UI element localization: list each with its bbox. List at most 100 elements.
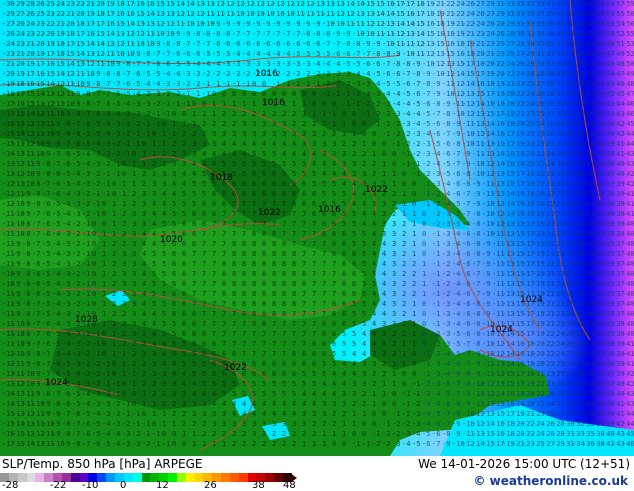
svg-text:-3: -3 [442,210,450,218]
svg-text:1: 1 [322,430,326,438]
svg-text:-3: -3 [382,100,390,108]
svg-text:-1: -1 [162,100,170,108]
svg-text:7: 7 [232,340,236,348]
svg-text:5: 5 [192,180,196,188]
svg-text:-5: -5 [452,200,460,208]
svg-text:2: 2 [212,120,216,128]
svg-text:1: 1 [152,140,156,148]
svg-text:-5: -5 [442,170,450,178]
svg-text:0: 0 [362,420,366,428]
svg-text:1: 1 [102,300,106,308]
svg-text:3: 3 [192,140,196,148]
credit-link[interactable]: © weatheronline.co.uk [473,474,628,488]
svg-text:-1: -1 [342,90,350,98]
svg-text:6: 6 [292,200,296,208]
svg-text:6: 6 [272,170,276,178]
svg-text:-5: -5 [432,140,440,148]
svg-text:1: 1 [422,270,426,278]
svg-text:-9: -9 [482,290,490,298]
svg-text:4: 4 [332,390,336,398]
svg-text:-1: -1 [392,410,400,418]
svg-text:-6: -6 [42,340,50,348]
svg-text:7: 7 [312,280,316,288]
svg-text:4: 4 [372,340,376,348]
svg-text:-6: -6 [462,290,470,298]
svg-text:-2: -2 [242,70,250,78]
svg-text:-1: -1 [202,90,210,98]
scale-tick-label: 48 [283,480,296,491]
svg-text:8: 8 [292,280,296,288]
svg-text:-1: -1 [112,170,120,178]
svg-text:-2: -2 [292,70,300,78]
svg-text:4: 4 [212,390,216,398]
svg-text:-7: -7 [162,50,170,58]
svg-text:1: 1 [312,440,316,448]
svg-text:-8: -8 [442,120,450,128]
svg-text:4: 4 [152,200,156,208]
svg-text:-9: -9 [12,260,20,268]
svg-text:7: 7 [322,280,326,288]
svg-text:5: 5 [152,290,156,298]
svg-text:4: 4 [182,370,186,378]
svg-text:-5: -5 [412,100,420,108]
svg-text:3: 3 [182,390,186,398]
svg-text:7: 7 [332,290,336,298]
svg-text:0: 0 [152,420,156,428]
map-datetime: We 14-01-2026 15:00 UTC (12+51) [418,457,630,471]
svg-text:8: 8 [232,240,236,248]
svg-text:-2: -2 [82,360,90,368]
svg-text:0: 0 [412,180,416,188]
svg-text:1: 1 [412,330,416,338]
map-title: SLP/Temp. 850 hPa [hPa] ARPEGE [2,457,203,471]
svg-text:-9: -9 [462,150,470,158]
svg-text:7: 7 [292,210,296,218]
svg-text:-4: -4 [192,60,200,68]
svg-text:0: 0 [202,100,206,108]
svg-text:-9: -9 [22,210,30,218]
svg-text:-8: -8 [22,230,30,238]
svg-text:-8: -8 [82,90,90,98]
svg-text:-9: -9 [342,30,350,38]
svg-text:3: 3 [122,280,126,288]
svg-text:1: 1 [332,110,336,118]
svg-text:7: 7 [212,310,216,318]
svg-text:-6: -6 [372,60,380,68]
svg-text:-9: -9 [12,290,20,298]
svg-text:3: 3 [392,290,396,298]
svg-text:2: 2 [322,120,326,128]
svg-text:-3: -3 [72,190,80,198]
svg-text:-1: -1 [192,90,200,98]
svg-text:7: 7 [322,300,326,308]
svg-text:-9: -9 [52,120,60,128]
svg-text:7: 7 [232,230,236,238]
svg-text:3: 3 [272,420,276,428]
svg-text:8: 8 [272,250,276,258]
svg-text:2: 2 [112,300,116,308]
svg-text:7: 7 [312,220,316,228]
svg-text:5: 5 [362,240,366,248]
svg-text:6: 6 [342,230,346,238]
svg-text:3: 3 [252,120,256,128]
svg-text:7: 7 [212,270,216,278]
svg-text:-9: -9 [472,190,480,198]
svg-text:0: 0 [392,150,396,158]
svg-text:1: 1 [412,230,416,238]
svg-text:5: 5 [212,370,216,378]
svg-text:-1: -1 [362,440,370,448]
svg-text:7: 7 [332,260,336,268]
svg-text:-4: -4 [372,80,380,88]
svg-text:-7: -7 [102,80,110,88]
svg-text:-6: -6 [462,330,470,338]
svg-text:6: 6 [252,180,256,188]
svg-text:8: 8 [282,240,286,248]
svg-text:2: 2 [282,110,286,118]
svg-text:7: 7 [272,330,276,338]
svg-text:6: 6 [172,300,176,308]
svg-text:2: 2 [352,400,356,408]
svg-text:0: 0 [352,430,356,438]
svg-text:-2: -2 [232,70,240,78]
svg-text:-9: -9 [432,90,440,98]
svg-text:-2: -2 [432,220,440,228]
svg-text:1: 1 [422,260,426,268]
svg-text:5: 5 [182,200,186,208]
